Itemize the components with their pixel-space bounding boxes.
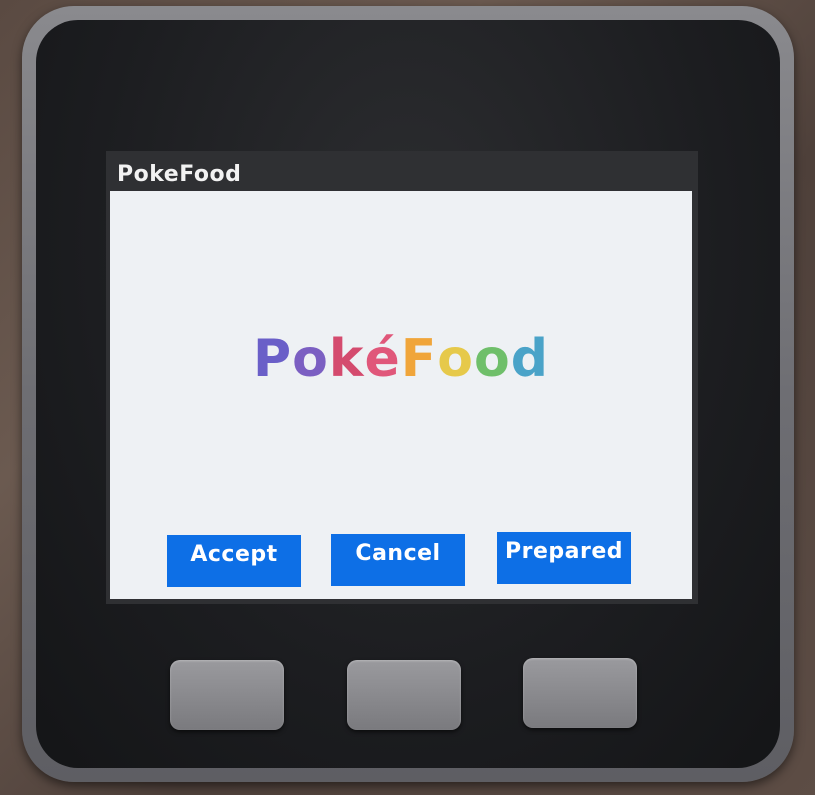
logo-letter: o [292, 329, 329, 389]
pokefood-logo: PokéFood [110, 329, 692, 389]
prepared-button[interactable]: Prepared [497, 532, 631, 584]
app-title: PokeFood [117, 162, 242, 187]
logo-letter: k [328, 329, 365, 389]
accept-button[interactable]: Accept [167, 535, 301, 587]
logo-letter: o [437, 329, 475, 389]
logo-letter: P [253, 329, 293, 389]
hardware-button-right[interactable] [523, 658, 637, 728]
content-area: PokéFood Accept Cancel Prepared [110, 191, 692, 599]
title-bar: PokeFood [106, 151, 698, 191]
logo-letter: é [364, 329, 401, 389]
hardware-button-left[interactable] [170, 660, 284, 730]
logo-letter: F [400, 329, 438, 389]
logo-letter: o [474, 329, 511, 389]
cancel-button[interactable]: Cancel [331, 534, 465, 586]
logo-letter: d [510, 329, 549, 389]
hardware-button-middle[interactable] [347, 660, 461, 730]
display-screen: PokeFood PokéFood Accept Cancel Prepared [106, 151, 698, 604]
